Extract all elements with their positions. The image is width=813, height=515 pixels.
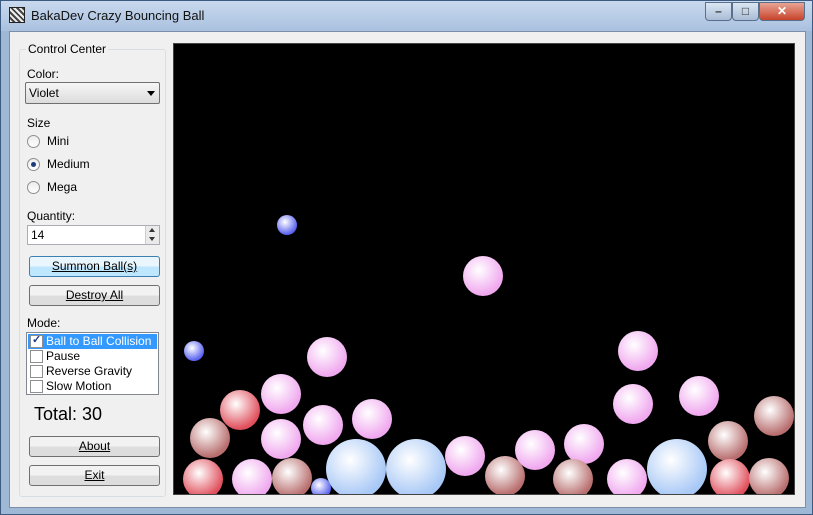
destroy-all-button[interactable]: Destroy All xyxy=(29,285,160,306)
ball xyxy=(326,439,386,494)
ball xyxy=(618,331,658,371)
ball xyxy=(613,384,653,424)
client-area: Control Center Color: Violet Size Mini M… xyxy=(9,31,806,508)
color-label: Color: xyxy=(27,67,60,81)
mode-item-label: Slow Motion xyxy=(46,379,112,393)
control-center-title: Control Center xyxy=(26,42,109,56)
ball xyxy=(708,421,748,461)
about-button[interactable]: About xyxy=(29,436,160,457)
summon-balls-button[interactable]: Summon Ball(s) xyxy=(29,256,160,277)
ball xyxy=(277,215,297,235)
ball xyxy=(261,419,301,459)
ball xyxy=(307,337,347,377)
app-icon xyxy=(9,7,25,23)
checkbox[interactable] xyxy=(30,333,43,348)
checkbox[interactable] xyxy=(30,350,43,363)
close-button[interactable]: ✕ xyxy=(759,2,805,21)
mode-label: Mode: xyxy=(27,316,61,330)
checkbox[interactable] xyxy=(30,380,43,393)
radio-button[interactable] xyxy=(27,181,40,194)
mode-item-label: Ball to Ball Collision xyxy=(46,334,152,348)
ball xyxy=(463,256,503,296)
ball xyxy=(352,399,392,439)
radio-button[interactable] xyxy=(27,158,40,171)
ball xyxy=(710,459,750,494)
quantity-label: Quantity: xyxy=(27,209,76,223)
ball xyxy=(183,459,223,494)
ball xyxy=(647,439,707,494)
ball xyxy=(607,459,647,494)
maximize-button[interactable]: □ xyxy=(732,2,759,21)
mode-item-label: Reverse Gravity xyxy=(46,364,133,378)
ball xyxy=(303,405,343,445)
total-count: Total: 30 xyxy=(34,404,103,424)
quantity-value[interactable]: 14 xyxy=(31,228,44,242)
mode-checklist[interactable]: Ball to Ball Collision Pause Reverse Gra… xyxy=(26,332,159,395)
color-dropdown[interactable]: Violet xyxy=(25,82,160,104)
size-radio-label: Mega xyxy=(47,180,78,194)
minimize-button[interactable]: – xyxy=(705,2,732,21)
ball xyxy=(220,390,260,430)
ball xyxy=(386,439,446,494)
ball xyxy=(445,436,485,476)
ball xyxy=(190,418,230,458)
title-bar[interactable]: BakaDev Crazy Bouncing Ball – □ ✕ xyxy=(1,1,812,31)
window-title: BakaDev Crazy Bouncing Ball xyxy=(31,8,205,23)
ball-canvas[interactable] xyxy=(173,43,795,495)
spin-up-icon[interactable] xyxy=(145,226,159,235)
mode-item-ball-collision[interactable]: Ball to Ball Collision xyxy=(28,333,157,349)
radio-button[interactable] xyxy=(27,135,40,148)
ball xyxy=(272,458,312,494)
size-radio-label: Mini xyxy=(47,134,70,148)
ball xyxy=(232,459,272,494)
ball xyxy=(184,341,204,361)
mode-item-label: Pause xyxy=(46,349,81,363)
spin-down-icon[interactable] xyxy=(145,235,159,244)
ball xyxy=(749,458,789,494)
app-window: BakaDev Crazy Bouncing Ball – □ ✕ Contro… xyxy=(0,0,813,515)
mode-item-slow-motion[interactable]: Slow Motion xyxy=(28,379,157,394)
chevron-down-icon xyxy=(147,91,155,96)
mode-item-pause[interactable]: Pause xyxy=(28,349,157,364)
quantity-stepper[interactable]: 14 xyxy=(27,225,160,245)
mode-item-reverse-gravity[interactable]: Reverse Gravity xyxy=(28,364,157,379)
exit-button[interactable]: Exit xyxy=(29,465,160,486)
ball xyxy=(564,424,604,464)
ball xyxy=(261,374,301,414)
color-dropdown-value: Violet xyxy=(29,86,59,100)
ball xyxy=(679,376,719,416)
ball xyxy=(754,396,794,436)
ball xyxy=(553,459,593,494)
checkbox[interactable] xyxy=(30,365,43,378)
size-radio-label: Medium xyxy=(47,157,90,171)
ball xyxy=(485,456,525,494)
size-label: Size xyxy=(27,116,51,130)
ball xyxy=(311,478,331,494)
